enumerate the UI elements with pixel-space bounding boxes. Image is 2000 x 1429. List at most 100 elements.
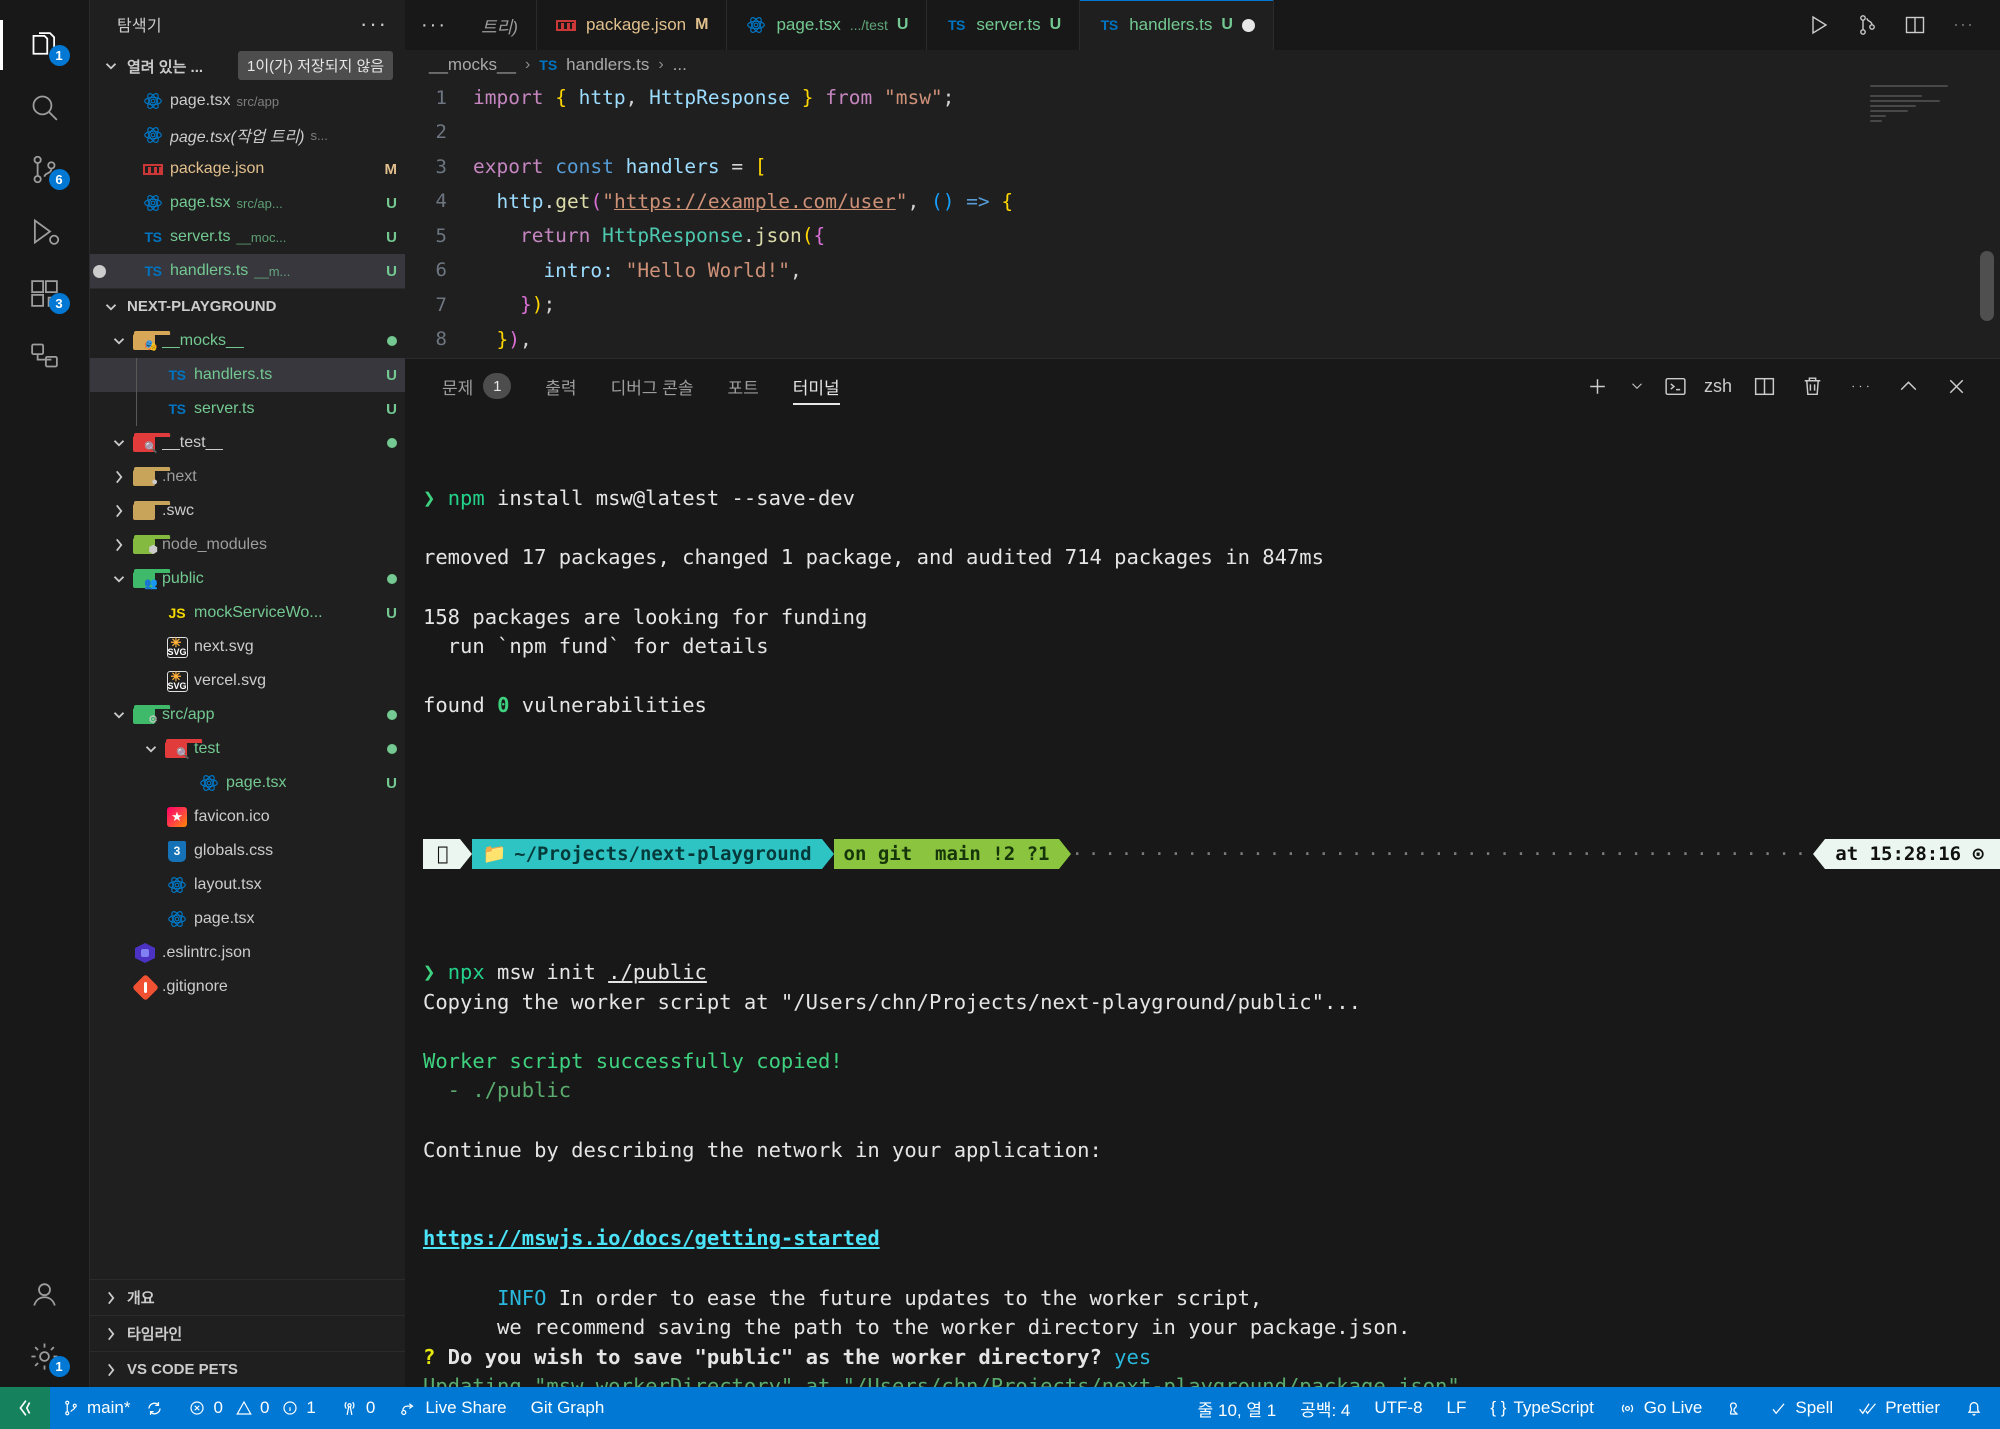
chevron-right-icon[interactable] [110, 468, 128, 486]
sidebar-section-타임라인[interactable]: 타임라인 [90, 1315, 405, 1351]
status-problems[interactable]: 0 0 1 [176, 1387, 327, 1429]
section-workspace[interactable]: NEXT-PLAYGROUND [90, 288, 405, 324]
chevron-down-icon[interactable] [110, 332, 128, 350]
tree-item[interactable]: TS server.ts U [90, 392, 405, 426]
status-live-share[interactable]: Live Share [387, 1387, 518, 1429]
tree-item[interactable]: .gitignore [90, 970, 405, 1004]
breadcrumb[interactable]: __mocks__ › TS handlers.ts › ... [405, 50, 2000, 81]
sidebar-section-개요[interactable]: 개요 [90, 1279, 405, 1315]
chevron-right-icon[interactable] [110, 536, 128, 554]
editor-tab[interactable]: TS handlers.ts U [1080, 0, 1274, 50]
tree-item[interactable]: SVG next.svg [90, 630, 405, 664]
open-editor-item[interactable]: page.tsx src/app [90, 84, 405, 118]
panel-tab-터미널[interactable]: 터미널 [776, 359, 857, 413]
chevron-right-icon[interactable] [110, 502, 128, 520]
section-open-editors[interactable]: 열려 있는 ... 1이(가) 저장되지 않음 [90, 48, 405, 84]
tree-item[interactable]: JS mockServiceWo... U [90, 596, 405, 630]
tree-item[interactable]: 🔍 __test__ [90, 426, 405, 460]
panel-tab-디버그 콘솔[interactable]: 디버그 콘솔 [594, 359, 711, 413]
minimap[interactable] [1870, 84, 1970, 137]
terminal-profile-icon[interactable] [1654, 364, 1698, 408]
panel-tab-문제[interactable]: 문제 1 [425, 359, 528, 413]
breadcrumb-symbol[interactable]: ... [673, 55, 687, 75]
tree-item[interactable]: page.tsx [90, 902, 405, 936]
open-editor-item[interactable]: TS server.ts __moc... U [90, 220, 405, 254]
status-branch[interactable]: main* [50, 1387, 176, 1429]
sync-icon[interactable] [145, 1399, 164, 1418]
open-editor-item[interactable]: TS handlers.ts __m... U [90, 254, 405, 288]
sidebar-section-VS CODE PETS[interactable]: VS CODE PETS [90, 1351, 405, 1387]
tree-item[interactable]: SVG vercel.svg [90, 664, 405, 698]
status-eol[interactable]: LF [1435, 1387, 1479, 1429]
terminal-text-line: removed 17 packages, changed 1 package, … [423, 545, 1324, 570]
kill-terminal-icon[interactable] [1790, 364, 1834, 408]
open-editor-item[interactable]: package.json M [90, 152, 405, 186]
status-spell-checker[interactable]: Spell [1757, 1387, 1845, 1429]
terminal-more-icon[interactable] [1838, 364, 1882, 408]
tree-item[interactable]: ⚙ src/app [90, 698, 405, 732]
terminal-name-label[interactable]: zsh [1702, 376, 1738, 397]
activity-remote-explorer[interactable] [0, 324, 90, 386]
panel-tab-출력[interactable]: 출력 [528, 359, 593, 413]
close-panel-icon[interactable] [1934, 364, 1978, 408]
split-terminal-icon[interactable] [1742, 364, 1786, 408]
open-editor-item[interactable]: page.tsx(작업 트리) s... [90, 118, 405, 152]
code-editor[interactable]: 1 import { http, HttpResponse } from "msw… [405, 81, 2000, 358]
status-notifications[interactable] [1952, 1387, 2000, 1429]
status-ports[interactable]: 0 [328, 1387, 387, 1429]
tree-item[interactable]: ● .next [90, 460, 405, 494]
tree-item[interactable]: 🎭 __mocks__ [90, 324, 405, 358]
status-prettier[interactable]: Prettier [1845, 1387, 1952, 1429]
activity-run-debug[interactable] [0, 200, 90, 262]
activity-explorer[interactable]: 1 [0, 14, 90, 76]
open-editor-item[interactable]: page.tsx src/ap... U [90, 186, 405, 220]
panel-tab-포트[interactable]: 포트 [711, 359, 776, 413]
tab-unsaved-dot-icon[interactable] [1241, 18, 1255, 32]
terminal-link[interactable]: https://mswjs.io/docs/getting-started [423, 1224, 2000, 1254]
terminal-output[interactable]: ❯ npm install msw@latest --save-dev remo… [405, 413, 2000, 1387]
activity-settings[interactable]: 1 [0, 1325, 90, 1387]
status-language-mode[interactable]: { } TypeScript [1478, 1387, 1605, 1429]
tree-item[interactable]: 🔍 test [90, 732, 405, 766]
status-git-graph[interactable]: Git Graph [519, 1387, 617, 1429]
activity-extensions[interactable]: 3 [0, 262, 90, 324]
tree-item[interactable]: 👥 public [90, 562, 405, 596]
tree-item[interactable]: page.tsx U [90, 766, 405, 800]
new-terminal-icon[interactable] [1576, 364, 1620, 408]
split-editor-icon[interactable] [1894, 4, 1936, 46]
run-file-icon[interactable] [1798, 4, 1840, 46]
status-cursor-position[interactable]: 줄 10, 열 1 [1186, 1387, 1289, 1429]
tree-item[interactable]: .eslintrc.json [90, 936, 405, 970]
maximize-panel-icon[interactable] [1886, 364, 1930, 408]
status-go-live[interactable]: Go Live [1606, 1387, 1715, 1429]
tab-overflow-icon[interactable]: ··· [405, 0, 463, 50]
tree-item[interactable]: ⬢ node_modules [90, 528, 405, 562]
tree-item[interactable]: .swc [90, 494, 405, 528]
tree-item[interactable]: TS handlers.ts U [90, 358, 405, 392]
chevron-down-icon[interactable] [110, 434, 128, 452]
editor-more-icon[interactable] [1942, 4, 1984, 46]
terminal-dropdown-icon[interactable] [1624, 364, 1650, 408]
editor-scrollbar[interactable] [1980, 250, 1994, 321]
tree-item[interactable]: 3 globals.css [90, 834, 405, 868]
chevron-down-icon[interactable] [110, 570, 128, 588]
split-source-control-icon[interactable] [1846, 4, 1888, 46]
chevron-down-icon[interactable] [110, 706, 128, 724]
tree-item[interactable]: ★ favicon.ico [90, 800, 405, 834]
status-indentation[interactable]: 공백: 4 [1288, 1387, 1362, 1429]
editor-tab[interactable]: page.tsx .../test U [727, 0, 928, 50]
tree-item[interactable]: layout.tsx [90, 868, 405, 902]
editor-tab[interactable]: TS server.ts U [927, 0, 1081, 50]
explorer-more-icon[interactable]: ··· [360, 13, 388, 35]
breadcrumb-folder[interactable]: __mocks__ [429, 55, 516, 75]
remote-window-indicator[interactable] [0, 1387, 50, 1429]
tab-partial-working-tree[interactable]: 트리) [462, 0, 537, 50]
activity-search[interactable] [0, 76, 90, 138]
status-pets[interactable] [1714, 1387, 1757, 1429]
status-encoding[interactable]: UTF-8 [1362, 1387, 1434, 1429]
editor-tab[interactable]: package.json M [536, 0, 728, 50]
activity-source-control[interactable]: 6 [0, 138, 90, 200]
chevron-down-icon[interactable] [142, 740, 160, 758]
activity-accounts[interactable] [0, 1263, 90, 1325]
breadcrumb-file[interactable]: handlers.ts [566, 55, 649, 75]
